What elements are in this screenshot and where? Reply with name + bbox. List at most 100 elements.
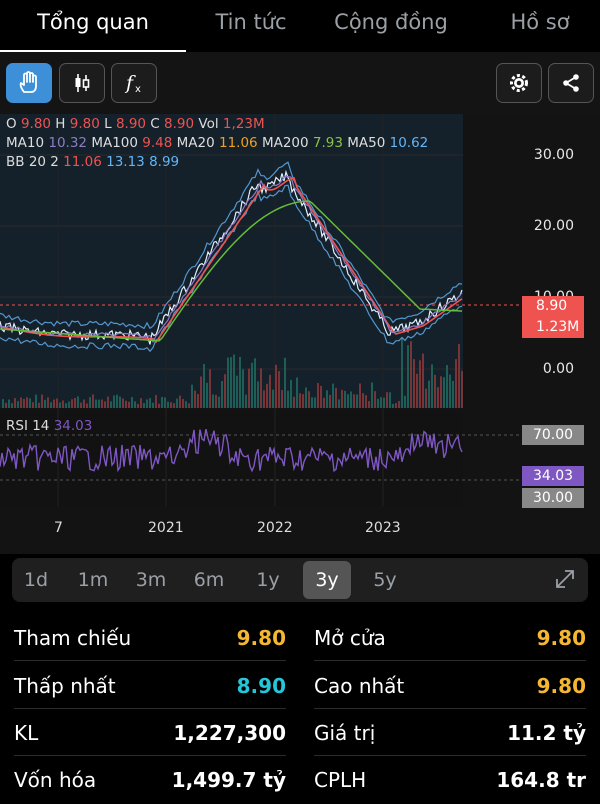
chart-toolbar: f x: [0, 52, 600, 114]
volume-bar: [404, 395, 406, 408]
volume-bar: [167, 401, 169, 408]
volume-bar: [218, 396, 220, 408]
volume-bar: [221, 381, 223, 408]
volume-bar: [371, 382, 373, 408]
settings-button[interactable]: [496, 63, 542, 103]
volume-bar: [242, 369, 244, 408]
legend-ma50-key: MA50: [347, 135, 386, 151]
indicators-button[interactable]: f x: [111, 63, 157, 103]
volume-bar: [290, 379, 292, 408]
tab-profile[interactable]: Hồ sơ: [480, 0, 600, 52]
hand-pointer-button[interactable]: [6, 63, 52, 103]
volume-bar: [38, 402, 40, 408]
chart-type-button[interactable]: [59, 63, 105, 103]
volume-bar: [245, 394, 247, 408]
volume-bar: [98, 399, 100, 408]
volume-bar: [365, 395, 367, 408]
tab-community[interactable]: Cộng đồng: [316, 0, 466, 52]
time-axis-label: 2022: [257, 520, 293, 536]
volume-bar: [281, 389, 283, 408]
volume-bar: [230, 357, 232, 408]
volume-bar: [311, 397, 313, 408]
volume-bar: [209, 369, 211, 408]
tab-news[interactable]: Tin tức: [186, 0, 316, 52]
volume-bar: [266, 383, 268, 408]
volume-bar: [5, 402, 7, 408]
volume-bar: [191, 384, 193, 408]
volume-bar: [323, 397, 325, 408]
range-1m[interactable]: 1m: [69, 561, 117, 599]
legend-vol-value: 1,23M: [222, 116, 265, 132]
stats-panel: Tham chiếu 9.80 Mở cửa 9.80 Thấp nhất 8.…: [0, 612, 600, 800]
volume-bar: [185, 401, 187, 408]
range-6m[interactable]: 6m: [185, 561, 233, 599]
tab-overview[interactable]: Tổng quan: [0, 0, 186, 52]
legend-ma200-key: MA200: [261, 135, 309, 151]
rsi-current-tag: 34.03: [522, 466, 584, 486]
volume-bar: [68, 401, 70, 408]
range-3m[interactable]: 3m: [127, 561, 175, 599]
volume-bar: [308, 391, 310, 408]
volume-bar: [80, 402, 82, 408]
volume-bar: [182, 399, 184, 408]
range-5y[interactable]: 5y: [361, 561, 409, 599]
legend-bb-upper: 13.13: [106, 154, 145, 170]
range-1d[interactable]: 1d: [12, 561, 60, 599]
legend-ma20-key: MA20: [176, 135, 215, 151]
volume-bar: [434, 374, 436, 408]
volume-bar: [71, 399, 73, 408]
legend-open-key: O: [6, 116, 17, 132]
expand-icon: [556, 570, 574, 588]
volume-bar: [215, 394, 217, 408]
volume-bar: [446, 365, 448, 408]
volume-bar: [173, 403, 175, 408]
stat-value: 1,227,300: [173, 721, 286, 745]
candlestick-icon: [75, 74, 90, 92]
volume-bar: [347, 394, 349, 408]
volume-bar: [137, 403, 139, 408]
share-button[interactable]: [548, 63, 594, 103]
legend-close-value: 8.90: [164, 116, 195, 132]
legend-vol-key: Vol: [198, 116, 219, 132]
volume-bar: [350, 391, 352, 408]
volume-bar: [50, 402, 52, 408]
volume-bar: [440, 376, 442, 408]
volume-bar: [329, 394, 331, 408]
volume-bar: [122, 398, 124, 408]
volume-bar: [305, 387, 307, 408]
legend-ma50-value: 10.62: [389, 135, 429, 151]
price-axis-label: 0.00: [542, 361, 574, 377]
volume-bar: [299, 393, 301, 408]
volume-bar: [65, 403, 67, 408]
range-3y[interactable]: 3y: [303, 561, 351, 599]
volume-bar: [125, 400, 127, 408]
volume-bar: [458, 344, 460, 408]
volume-bar: [320, 385, 322, 408]
range-selector: 1d 1m 3m 6m 1y 3y 5y: [12, 558, 588, 602]
legend-ma200-value: 7.93: [312, 135, 343, 151]
volume-bar: [302, 394, 304, 408]
stat-value: 9.80: [536, 674, 586, 698]
volume-bar: [56, 398, 58, 408]
price-axis-label: 30.00: [533, 147, 574, 163]
volume-bar: [395, 403, 397, 408]
volume-bar: [224, 374, 226, 408]
volume-bar: [194, 390, 196, 408]
fullscreen-button[interactable]: [552, 566, 578, 596]
legend-low-value: 8.90: [115, 116, 146, 132]
volume-bar: [386, 392, 388, 408]
ohlc-legend: O 9.80 H 9.80 L 8.90 C 8.90 Vol 1,23M: [6, 116, 265, 132]
volume-bar: [374, 391, 376, 408]
volume-bar: [14, 398, 16, 408]
volume-bar: [416, 373, 418, 408]
rsi-label: RSI 14: [6, 418, 50, 434]
volume-bar: [92, 394, 94, 408]
price-chart[interactable]: O 9.80 H 9.80 L 8.90 C 8.90 Vol 1,23M MA…: [0, 114, 600, 554]
legend-ma100-key: MA100: [91, 135, 138, 151]
range-1y[interactable]: 1y: [244, 561, 292, 599]
volume-bar: [392, 403, 394, 408]
stat-value: 9.80: [536, 626, 586, 650]
volume-bar: [269, 374, 271, 408]
volume-bar: [275, 364, 277, 408]
bb-legend: BB 20 2 11.06 13.13 8.99: [6, 154, 179, 170]
